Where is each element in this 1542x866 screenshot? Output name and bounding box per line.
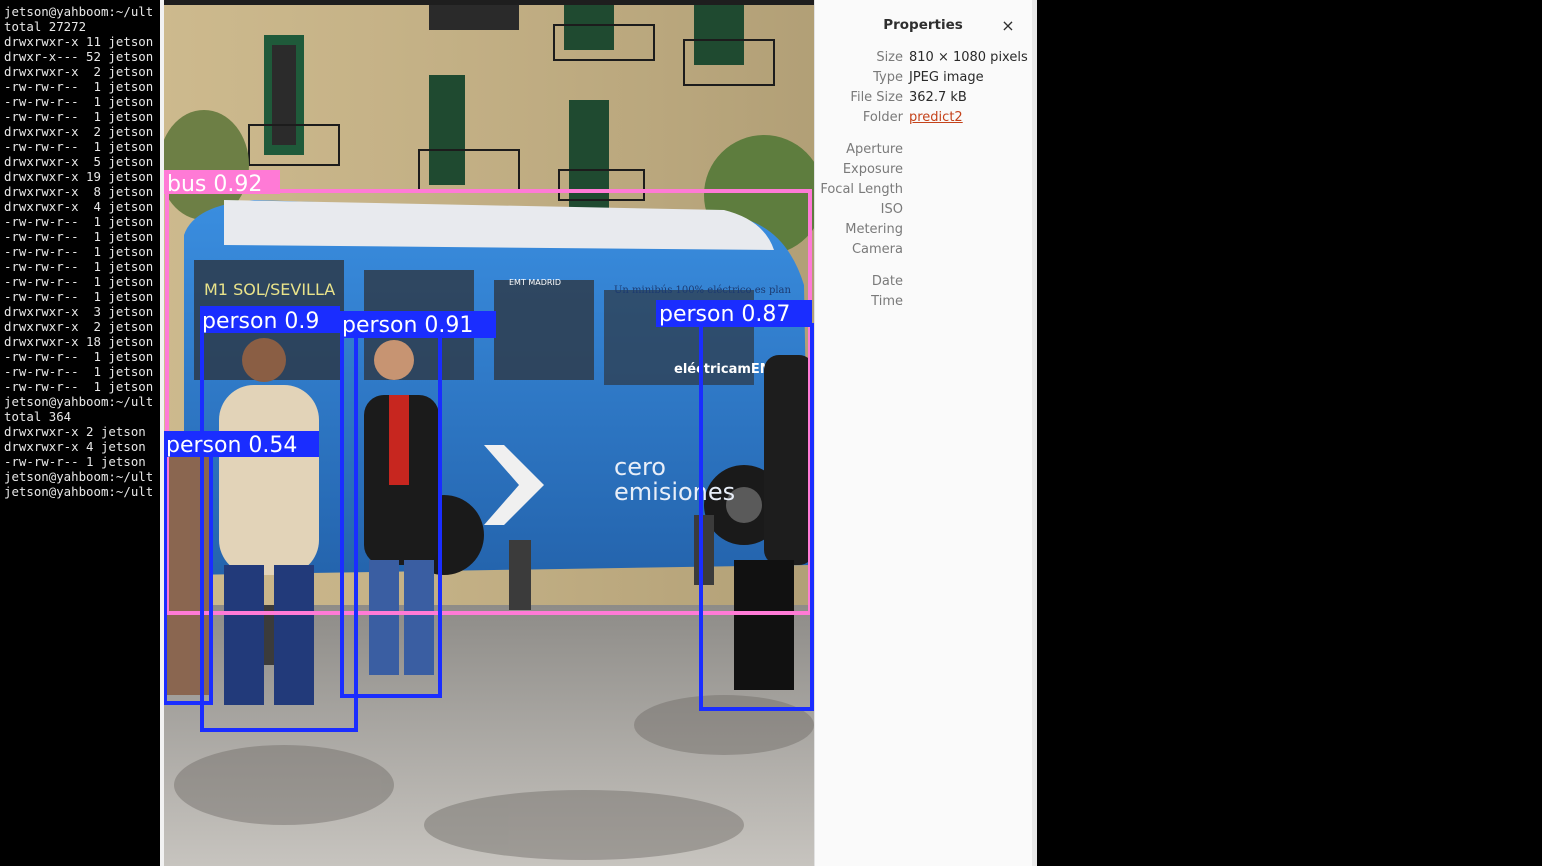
terminal-window[interactable]: jetson@yahboom:~/ult total 27272 drwxrwxr-… [0,0,160,866]
person-detection-label: person 0.91 [342,313,473,338]
property-key: Aperture [846,142,903,157]
close-icon[interactable]: × [998,16,1018,36]
terminal-line: -rw-rw-r-- 1 jetson [4,289,154,304]
terminal-line: jetson@yahboom:~/ult [4,484,154,499]
terminal-line: -rw-rw-r-- 1 jetson [4,244,154,259]
property-key: Camera [851,242,903,257]
property-key: ISO [880,202,903,217]
terminal-line: -rw-rw-r-- 1 jetson [4,364,154,379]
terminal-line: drwxrwxr-x 2 jetson [4,64,154,79]
terminal-line: jetson@yahboom:~/ult [4,394,154,409]
property-row: Aperture [815,141,1031,159]
terminal-line: drwxrwxr-x 2 jetson [4,424,146,439]
terminal-line: -rw-rw-r-- 1 jetson [4,94,154,109]
property-key: Folder [862,110,903,125]
terminal-line: -rw-rw-r-- 1 jetson [4,109,154,124]
property-row: File Size 362.7 kB [815,89,1031,107]
terminal-line: -rw-rw-r-- 1 jetson [4,229,154,244]
person-detection-label: person 0.54 [166,433,297,458]
property-row: Type JPEG image [815,69,1031,87]
terminal-line: drwxrwxr-x 4 jetson [4,199,154,214]
terminal-line: -rw-rw-r-- 1 jetson [4,379,154,394]
property-key: Focal Length [820,182,903,197]
property-key: Metering [845,222,903,237]
terminal-line: -rw-rw-r-- 1 jetson [4,259,154,274]
property-key: Exposure [842,162,903,177]
bus-slogan-text: Un minibús 100% eléctrico es plan [614,285,792,296]
bus-detection-label: bus 0.92 [167,172,262,197]
bus-tagline-1: cero [614,453,666,481]
property-row: Size 810 × 1080 pixels [815,49,1031,67]
terminal-line: -rw-rw-r-- 1 jetson [4,274,154,289]
property-row: ISO [815,201,1031,219]
detection-image[interactable]: M1 SOL/SEVILLA EMT MADRID Un minibús 100… [164,5,814,866]
terminal-line: total 27272 [4,19,87,34]
terminal-line: drwxrwxr-x 2 jetson [4,319,154,334]
property-row: Date [815,273,1031,291]
bus-tagline-2: emisiones [614,478,735,506]
terminal-line: jetson@yahboom:~/ult [4,469,154,484]
property-row: Time [815,293,1031,311]
image-viewer-window: M1 SOL/SEVILLA EMT MADRID Un minibús 100… [160,0,1037,866]
terminal-line: drwxrwxr-x 3 jetson [4,304,154,319]
property-key: Size [876,50,903,65]
property-value: JPEG image [909,70,984,85]
terminal-line: drwxrwxr-x 11 jetson [4,34,154,49]
terminal-line: -rw-rw-r-- 1 jetson [4,454,146,469]
terminal-line: drwxrwxr-x 18 jetson [4,334,154,349]
bus-operator-text: EMT MADRID [509,278,561,287]
folder-link[interactable]: predict2 [909,109,963,127]
terminal-line: -rw-rw-r-- 1 jetson [4,139,154,154]
property-key: File Size [850,90,903,105]
terminal-line: drwxrwxr-x 19 jetson [4,169,154,184]
property-row: Folder predict2 [815,109,1031,127]
person-detection-label: person 0.87 [659,302,790,327]
terminal-line: -rw-rw-r-- 1 jetson [4,79,154,94]
terminal-line: drwxrwxr-x 5 jetson [4,154,154,169]
property-key: Date [871,274,903,289]
property-value: 362.7 kB [909,90,967,105]
bus-route-text: M1 SOL/SEVILLA [204,280,335,299]
terminal-line: drwxrwxr-x 8 jetson [4,184,154,199]
terminal-line: drwxrwxr-x 2 jetson [4,124,154,139]
terminal-line: -rw-rw-r-- 1 jetson [4,349,154,364]
properties-panel: Properties × Size 810 × 1080 pixels Type JP… [814,0,1032,866]
terminal-line: jetson@yahboom:~/ult [4,4,154,19]
property-key: Type [873,70,903,85]
desktop: jetson@yahboom:~/ult total 27272 drwxrwxr-… [0,0,1542,866]
property-row: Exposure [815,161,1031,179]
property-row: Metering [815,221,1031,239]
property-key: Time [871,294,903,309]
terminal-output: jetson@yahboom:~/ult total 27272 drwxrwxr-… [4,4,160,499]
property-row: Focal Length [815,181,1031,199]
terminal-line: total 364 [4,409,72,424]
property-row: Camera [815,241,1031,259]
property-value: 810 × 1080 pixels [909,50,1028,65]
scene-illustration: M1 SOL/SEVILLA EMT MADRID Un minibús 100… [164,5,814,866]
terminal-line: drwxr-x--- 52 jetson [4,49,154,64]
terminal-line: -rw-rw-r-- 1 jetson [4,214,154,229]
desktop-background [1037,0,1542,866]
terminal-line: drwxrwxr-x 4 jetson [4,439,146,454]
person-detection-label: person 0.9 [202,309,319,334]
